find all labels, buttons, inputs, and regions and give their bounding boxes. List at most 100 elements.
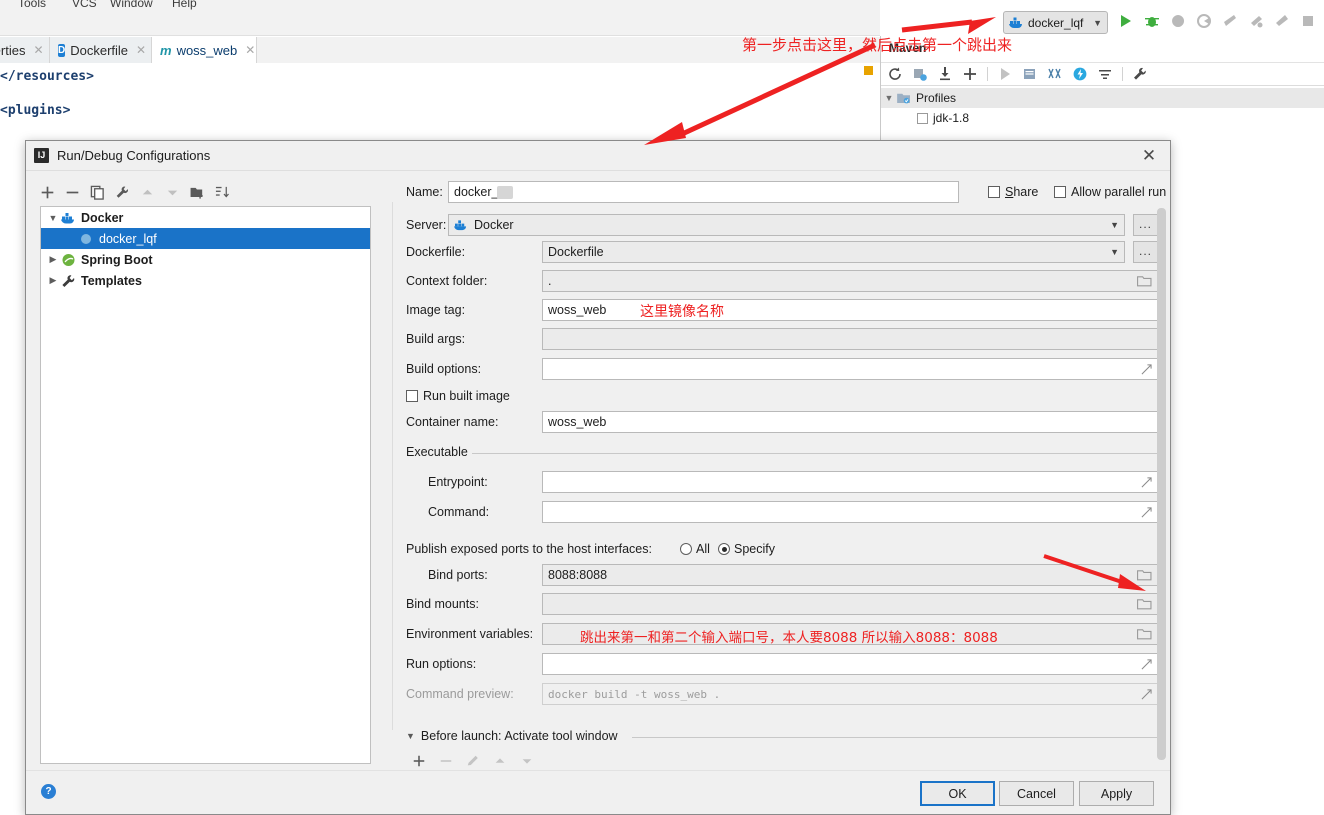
- tree-item-docker-lqf[interactable]: docker_lqf: [41, 228, 370, 249]
- allow-parallel-run-checkbox[interactable]: [1054, 186, 1066, 198]
- publish-specify-radio[interactable]: [718, 543, 730, 555]
- menu-item-window[interactable]: Window: [110, 0, 153, 10]
- run-options-input[interactable]: [542, 653, 1158, 675]
- build-options-input[interactable]: [542, 358, 1158, 380]
- chevron-down-icon[interactable]: ▼: [1093, 18, 1102, 28]
- expand-editor-icon[interactable]: [1141, 476, 1152, 488]
- editor-tab-woss-web[interactable]: m woss_web ✕: [152, 37, 257, 63]
- toggle-offline-icon[interactable]: [1072, 66, 1088, 82]
- attach-debugger-icon[interactable]: [1222, 13, 1238, 29]
- close-icon[interactable]: ✕: [33, 43, 43, 57]
- server-combobox[interactable]: Docker ▼: [448, 214, 1125, 236]
- sort-configurations-icon[interactable]: [215, 185, 230, 200]
- profile-checkbox[interactable]: [917, 112, 928, 124]
- move-down-icon[interactable]: [165, 185, 180, 200]
- help-icon[interactable]: ?: [41, 784, 56, 799]
- move-down-icon[interactable]: [520, 754, 534, 768]
- chevron-down-icon[interactable]: ▼: [406, 731, 415, 741]
- menu-item-tools[interactable]: Tools: [18, 0, 46, 10]
- tree-item-spring-boot[interactable]: ▶ Spring Boot: [41, 249, 370, 270]
- editor-warning-marker[interactable]: [864, 66, 873, 75]
- remove-task-icon[interactable]: [439, 754, 453, 768]
- pane-scrollbar[interactable]: [1157, 208, 1166, 760]
- publish-specify-radio-row[interactable]: Specify: [718, 538, 775, 560]
- debug-icon[interactable]: [1144, 13, 1160, 29]
- move-up-icon[interactable]: [140, 185, 155, 200]
- tree-item-docker[interactable]: ▼ Docker: [41, 207, 370, 228]
- toggle-skip-tests-icon[interactable]: [1047, 66, 1063, 82]
- name-input[interactable]: docker_: [448, 181, 959, 203]
- move-into-folder-icon[interactable]: [190, 185, 205, 200]
- expand-editor-icon[interactable]: [1141, 688, 1152, 700]
- add-task-icon[interactable]: [412, 754, 426, 768]
- server-browse-button[interactable]: ...: [1133, 214, 1158, 236]
- entrypoint-input[interactable]: [542, 471, 1158, 493]
- chevron-right-icon[interactable]: ▶: [45, 254, 61, 265]
- menu-item-help[interactable]: Help: [172, 0, 197, 10]
- folder-browse-icon[interactable]: [1137, 628, 1152, 640]
- bind-mounts-input[interactable]: [542, 593, 1158, 615]
- copy-configuration-icon[interactable]: [90, 185, 105, 200]
- close-icon[interactable]: ✕: [245, 43, 255, 57]
- close-icon[interactable]: ✕: [1136, 143, 1162, 169]
- apply-button[interactable]: Apply: [1079, 781, 1154, 806]
- editor-tab-dockerfile[interactable]: D Dockerfile ✕: [50, 37, 152, 63]
- run-icon[interactable]: [1118, 13, 1134, 29]
- maven-tree-row-profiles[interactable]: ▼ Profiles: [881, 88, 1324, 108]
- add-configuration-icon[interactable]: [40, 185, 55, 200]
- dockerfile-browse-button[interactable]: ...: [1133, 241, 1158, 263]
- build-icon[interactable]: [1248, 13, 1264, 29]
- generate-sources-icon[interactable]: [912, 66, 928, 82]
- close-icon[interactable]: ✕: [136, 43, 146, 57]
- bind-ports-input[interactable]: 8088:8088: [542, 564, 1158, 586]
- dockerfile-combobox[interactable]: Dockerfile ▼: [542, 241, 1125, 263]
- run-maven-build-icon[interactable]: [997, 66, 1013, 82]
- edit-task-icon[interactable]: [466, 754, 480, 768]
- chevron-down-icon[interactable]: ▼: [45, 213, 61, 223]
- folder-browse-icon[interactable]: [1137, 569, 1152, 581]
- share-checkbox[interactable]: [988, 186, 1000, 198]
- publish-all-radio[interactable]: [680, 543, 692, 555]
- maven-tree-row-jdk[interactable]: jdk-1.8: [881, 108, 1324, 128]
- command-input[interactable]: [542, 501, 1158, 523]
- chevron-down-icon[interactable]: ▼: [881, 93, 897, 103]
- deploy-icon[interactable]: [1274, 13, 1290, 29]
- build-args-input[interactable]: [542, 328, 1158, 350]
- context-folder-input[interactable]: .: [542, 270, 1158, 292]
- run-built-image-checkbox[interactable]: [406, 390, 418, 402]
- run-built-image-row[interactable]: Run built image: [406, 385, 510, 407]
- collapse-all-icon[interactable]: [1097, 66, 1113, 82]
- chevron-right-icon[interactable]: ▶: [45, 275, 61, 286]
- execute-goal-icon[interactable]: [1022, 66, 1038, 82]
- share-checkbox-row[interactable]: SSharehare: [988, 181, 1038, 203]
- editor-tab-properties[interactable]: P erties ✕: [0, 37, 50, 63]
- scrollbar-thumb[interactable]: [1157, 208, 1166, 760]
- chevron-down-icon[interactable]: ▼: [1110, 247, 1119, 257]
- move-up-icon[interactable]: [493, 754, 507, 768]
- expand-editor-icon[interactable]: [1141, 363, 1152, 375]
- stop-icon[interactable]: [1300, 13, 1316, 29]
- folder-browse-icon[interactable]: [1137, 275, 1152, 287]
- container-name-input[interactable]: woss_web: [542, 411, 1158, 433]
- reload-icon[interactable]: [887, 66, 903, 82]
- run-coverage-icon[interactable]: [1170, 13, 1186, 29]
- profile-icon[interactable]: [1196, 13, 1212, 29]
- remove-configuration-icon[interactable]: [65, 185, 80, 200]
- expand-editor-icon[interactable]: [1141, 658, 1152, 670]
- menu-item-vcs[interactable]: VCS: [72, 0, 97, 10]
- cancel-button[interactable]: Cancel: [999, 781, 1074, 806]
- image-tag-input[interactable]: woss_web: [542, 299, 1158, 321]
- folder-browse-icon[interactable]: [1137, 598, 1152, 610]
- download-sources-icon[interactable]: [937, 66, 953, 82]
- expand-editor-icon[interactable]: [1141, 506, 1152, 518]
- before-launch-header[interactable]: ▼ Before launch: Activate tool window: [406, 729, 618, 743]
- run-configuration-selector[interactable]: docker_lqf ▼: [1003, 11, 1108, 34]
- add-icon[interactable]: [962, 66, 978, 82]
- tree-item-templates[interactable]: ▶ Templates: [41, 270, 370, 291]
- chevron-down-icon[interactable]: ▼: [1110, 220, 1119, 230]
- configuration-tree[interactable]: ▼ Docker docker_lqf ▶ Spring Boot ▶ Temp…: [40, 206, 371, 764]
- ok-button[interactable]: OK: [920, 781, 995, 806]
- maven-settings-icon[interactable]: [1132, 66, 1148, 82]
- edit-templates-icon[interactable]: [115, 185, 130, 200]
- allow-parallel-run-row[interactable]: Allow parallel run: [1054, 181, 1166, 203]
